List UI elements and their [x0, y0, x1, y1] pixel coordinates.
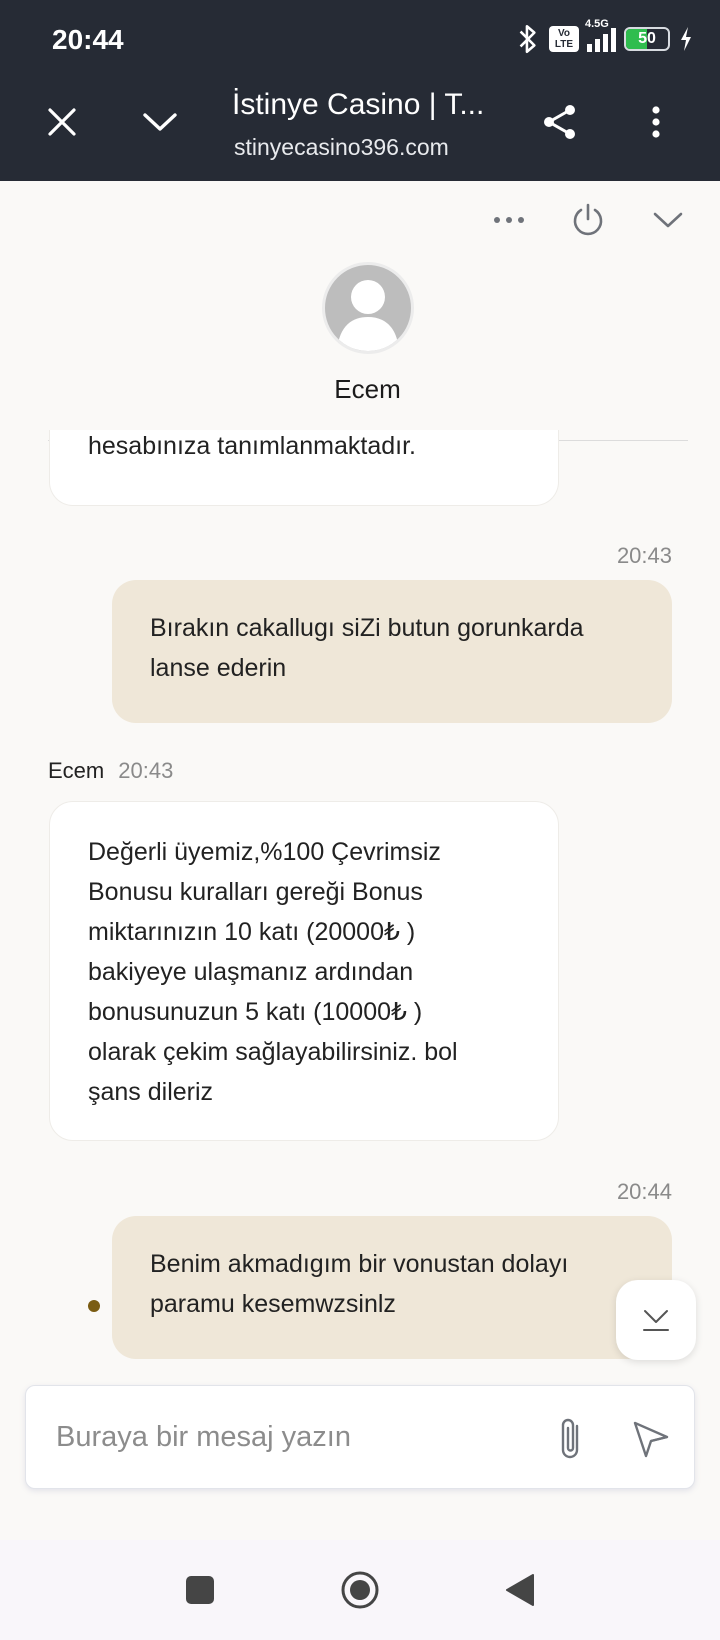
scroll-down-icon [643, 1310, 669, 1331]
home-button[interactable] [332, 1562, 388, 1618]
message-time: 20:43 [118, 758, 174, 783]
battery-level: 50 [638, 30, 656, 47]
outgoing-message: Benim akmadıgım bir vonustan dolayı para… [112, 1216, 672, 1359]
message-line: şans dileriz [88, 1078, 214, 1106]
sender-name: Ecem [48, 758, 105, 783]
user-silhouette-icon [337, 280, 399, 351]
battery-icon: 50 [624, 27, 670, 51]
signal-icon: 4.5G [585, 18, 616, 52]
attach-button[interactable] [546, 1412, 596, 1466]
browser-header: 20:44 Vo LTE 4.5G 50 İstinye Casino | T.… [0, 0, 720, 181]
charging-icon [681, 27, 691, 51]
page-url[interactable]: stinyecasino396.com [234, 134, 449, 161]
close-icon [48, 108, 76, 136]
send-button[interactable] [624, 1412, 678, 1466]
chevron-down-icon [143, 113, 177, 131]
message-line: lanse ederin [150, 654, 287, 682]
message-composer [25, 1385, 695, 1489]
message-status-dot [88, 1300, 100, 1312]
power-icon [573, 203, 603, 236]
scroll-to-bottom-button[interactable] [616, 1280, 696, 1360]
send-icon [633, 1421, 669, 1458]
message-line: miktarınızın 10 katı (20000₺ ) [88, 918, 416, 946]
status-icons: Vo LTE 4.5G 50 [515, 18, 694, 56]
message-time: 20:43 [616, 543, 672, 568]
more-horiz-icon [494, 217, 524, 223]
system-navigation-bar [0, 1540, 720, 1640]
recents-square-icon [186, 1576, 214, 1604]
message-line: Benim akmadıgım bir vonustan dolayı [150, 1250, 569, 1278]
more-vert-icon [652, 106, 660, 138]
message-line: Bırakın cakallugı siZi butun gorunkarda [150, 614, 584, 642]
message-input[interactable] [56, 1412, 536, 1462]
volte-icon: Vo LTE [549, 26, 579, 52]
message-time: 20:44 [616, 1179, 672, 1204]
share-icon [544, 105, 575, 139]
bluetooth-icon [519, 24, 536, 54]
status-time: 20:44 [52, 24, 124, 55]
back-button[interactable] [492, 1562, 548, 1618]
minimize-tab-button[interactable] [138, 100, 182, 144]
message-sender: Ecem 20:43 [48, 758, 173, 784]
chevron-down-icon [653, 212, 683, 228]
end-chat-button[interactable] [568, 200, 608, 240]
incoming-message: hesabınıza tanımlanmaktadır. [49, 430, 559, 506]
back-triangle-icon [506, 1574, 534, 1606]
agent-name: Ecem [334, 374, 401, 404]
message-line: bonusunuzun 5 katı (10000₺ ) [88, 998, 423, 1026]
agent-avatar [322, 262, 414, 354]
message-line: olarak çekim sağlayabilirsiniz. bol [88, 1038, 458, 1066]
message-line: paramu kesemwzsinlz [150, 1290, 396, 1318]
message-line: Değerli üyemiz,%100 Çevrimsiz [88, 838, 441, 866]
message-text: hesabınıza tanımlanmaktadır. [88, 432, 416, 460]
chat-menu-button[interactable] [489, 200, 529, 240]
home-circle-icon [341, 1571, 379, 1609]
message-line: Bonusu kuralları gereği Bonus [88, 878, 423, 906]
recents-button[interactable] [172, 1562, 228, 1618]
outgoing-message: Bırakın cakallugı siZi butun gorunkarda … [112, 580, 672, 723]
incoming-message: Değerli üyemiz,%100 Çevrimsiz Bonusu kur… [49, 801, 559, 1141]
page-title: İstinye Casino | T... [232, 88, 485, 121]
more-options-button[interactable] [634, 100, 678, 144]
network-type: 4.5G [585, 18, 609, 30]
minimize-chat-button[interactable] [648, 200, 688, 240]
message-line: bakiyeye ulaşmanız ardından [88, 958, 414, 986]
share-button[interactable] [538, 100, 582, 144]
paperclip-icon [561, 1418, 579, 1459]
close-tab-button[interactable] [40, 100, 84, 144]
